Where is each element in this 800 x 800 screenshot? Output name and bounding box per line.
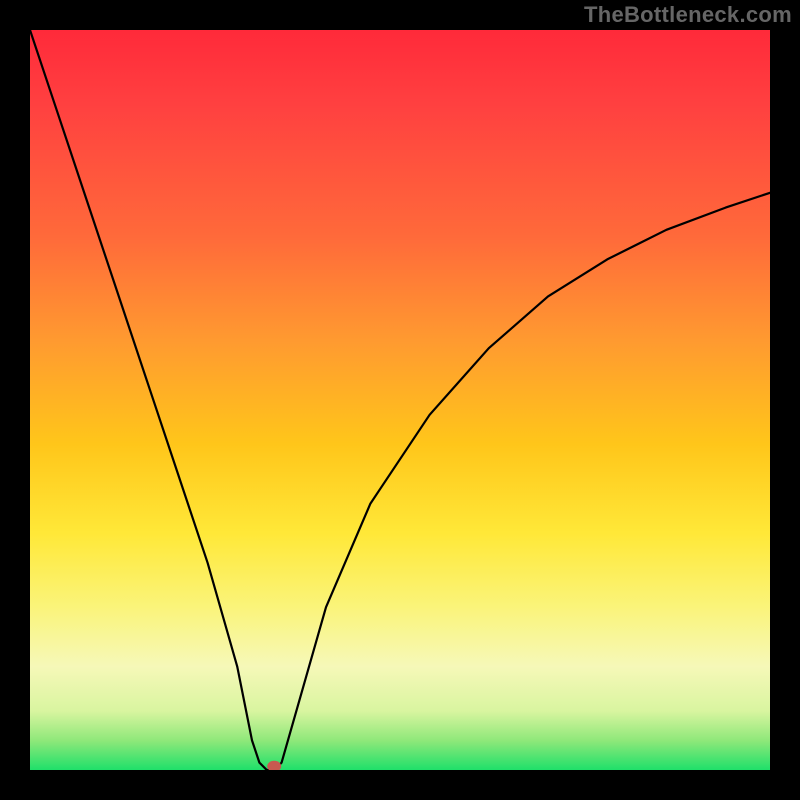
- watermark-text: TheBottleneck.com: [584, 2, 792, 28]
- plot-area: [30, 30, 770, 770]
- chart-svg: [30, 30, 770, 770]
- minimum-marker: [267, 761, 281, 770]
- chart-frame: TheBottleneck.com: [0, 0, 800, 800]
- bottleneck-curve: [30, 30, 770, 770]
